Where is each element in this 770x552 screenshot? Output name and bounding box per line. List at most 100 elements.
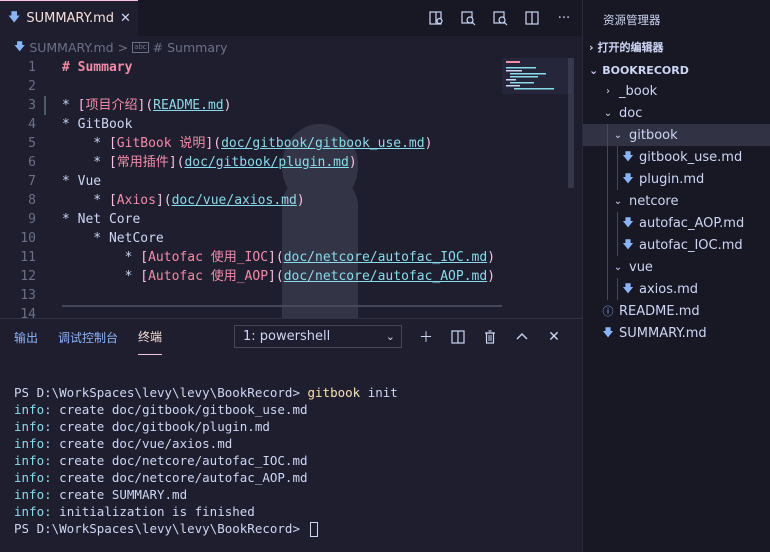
editor-area: 🡇 SUMMARY.md ✕ ··· 🡇 SUMMARY.md > abc # … <box>0 0 582 552</box>
vertical-scrollbar[interactable] <box>568 58 574 188</box>
terminal-token: info: <box>14 487 52 502</box>
bottom-panel: 输出 调试控制台 终端 1: powershell ⌄ ＋ ✕ PS D:\Wo… <box>0 318 582 552</box>
tree-item[interactable]: 🡇 autofac_AOP.md <box>583 212 770 234</box>
panel-actions: ＋ ✕ <box>418 325 562 348</box>
open-editors-section[interactable]: › 打开的编辑器 <box>589 36 664 58</box>
compare-icon[interactable] <box>492 10 508 26</box>
code-token: [ <box>108 136 117 151</box>
split-terminal-icon[interactable] <box>450 329 466 345</box>
tree-item[interactable]: ⌄ netcore <box>583 190 770 212</box>
code-line: * [Autofac 使用_IOC](doc/netcore/autofac_I… <box>62 248 495 267</box>
breadcrumb-file[interactable]: SUMMARY.md <box>29 40 113 55</box>
terminal-token: init <box>360 385 398 400</box>
horizontal-scrollbar[interactable] <box>62 305 502 307</box>
code-token: * <box>62 98 78 113</box>
chevron-right-icon: › <box>606 85 610 97</box>
line-number: 3 <box>28 98 36 113</box>
code-token: ) <box>348 155 357 170</box>
terminal-select[interactable]: 1: powershell ⌄ <box>234 325 402 348</box>
code-token[interactable]: doc/netcore/autofac_AOP.md <box>284 269 488 284</box>
line-number: 12 <box>20 269 36 284</box>
tree-item[interactable]: 🡇 autofac_IOC.md <box>583 234 770 256</box>
line-number: 7 <box>28 174 36 189</box>
code-editor[interactable]: 1 2 3 4 5 6 7 8 9 10 11 12 13 14 # Summary * [项目介绍](RE… <box>0 58 582 318</box>
markdown-icon: 🡇 <box>622 215 634 229</box>
line-number-gutter: 1 2 3 4 5 6 7 8 9 10 11 12 13 14 <box>0 58 44 318</box>
code-token[interactable]: README.md <box>153 98 223 113</box>
more-actions-icon[interactable]: ··· <box>556 10 572 26</box>
tree-item[interactable]: 🡇 SUMMARY.md <box>583 322 770 344</box>
tree-item[interactable]: ⌄ vue <box>583 256 770 278</box>
terminal-cursor <box>309 522 318 537</box>
markdown-icon: 🡇 <box>622 237 634 251</box>
indent-guide <box>607 168 608 190</box>
tree-item[interactable]: ⓘ README.md <box>583 300 770 322</box>
tab-summary[interactable]: 🡇 SUMMARY.md ✕ <box>0 0 138 36</box>
code-token: * NetCore <box>62 231 164 246</box>
tree-item-label: gitbook_use.md <box>639 149 743 165</box>
tree-item-label: _book <box>619 83 658 99</box>
trash-icon[interactable] <box>482 329 498 345</box>
chevron-down-icon: ⌄ <box>613 195 623 207</box>
markdown-icon: 🡇 <box>14 39 26 53</box>
tree-item-label: netcore <box>629 193 679 209</box>
terminal-output[interactable]: PS D:\WorkSpaces\levy\levy\BookRecord> g… <box>14 367 398 537</box>
line-number: 8 <box>28 193 36 208</box>
code-token: [ <box>108 193 117 208</box>
bookrecord-section[interactable]: ⌄ BOOKRECORD <box>589 59 689 81</box>
tree-item[interactable]: 🡇 axios.md <box>583 278 770 300</box>
terminal-select-value: 1: powershell <box>243 329 331 344</box>
code-token: * Vue <box>62 174 102 189</box>
code-line: * [GitBook 说明](doc/gitbook/gitbook_use.m… <box>62 134 495 153</box>
tree-item[interactable]: 🡇 plugin.md <box>583 168 770 190</box>
open-editors-label: 打开的编辑器 <box>597 41 664 54</box>
code-token: Autofac 使用_IOC <box>148 250 269 265</box>
split-editor-icon[interactable] <box>524 10 540 26</box>
terminal-token: info: <box>14 453 52 468</box>
terminal-token: create doc/vue/axios.md <box>51 436 233 451</box>
line-number: 2 <box>28 79 36 94</box>
code-line: * [常用插件](doc/gitbook/plugin.md) <box>62 153 495 172</box>
editor-actions: ··· <box>428 0 572 36</box>
tree-item-label: plugin.md <box>639 171 705 187</box>
tree-item-label: autofac_IOC.md <box>639 237 743 253</box>
code-token: ) <box>487 269 496 284</box>
tab-output[interactable]: 输出 <box>14 319 38 355</box>
add-terminal-icon[interactable]: ＋ <box>418 329 434 346</box>
code-token[interactable]: doc/netcore/autofac_IOC.md <box>284 250 488 265</box>
terminal-line: info: create SUMMARY.md <box>14 486 398 503</box>
code-token: * <box>62 193 109 208</box>
minimap[interactable] <box>502 58 572 94</box>
open-preview-icon[interactable] <box>428 10 444 26</box>
code-token: * <box>62 155 109 170</box>
tree-item-label: gitbook <box>629 127 678 143</box>
indent-guide <box>607 190 608 212</box>
breadcrumb-symbol[interactable]: # Summary <box>153 40 228 55</box>
code-token[interactable]: doc/gitbook/gitbook_use.md <box>221 136 425 151</box>
close-icon[interactable]: ✕ <box>120 11 131 26</box>
code-token[interactable]: doc/vue/axios.md <box>172 193 297 208</box>
maximize-panel-icon[interactable] <box>514 329 530 345</box>
code-token: * Net Core <box>62 212 141 227</box>
indent-guide <box>607 278 608 300</box>
code-token: # Summary <box>62 60 133 75</box>
tab-debug-console[interactable]: 调试控制台 <box>58 319 118 355</box>
terminal-line: info: initialization is finished <box>14 503 398 520</box>
code-token: Autofac 使用_AOP <box>148 269 269 284</box>
open-changes-icon[interactable] <box>460 10 476 26</box>
line-number: 14 <box>20 307 36 318</box>
tree-item[interactable]: › _book <box>583 80 770 102</box>
chevron-right-icon: › <box>589 40 594 54</box>
tree-item[interactable]: ⌄ doc <box>583 102 770 124</box>
terminal-token: PS D:\WorkSpaces\levy\levy\BookRecord> <box>14 521 308 536</box>
code-token: ]( <box>137 98 154 113</box>
close-panel-icon[interactable]: ✕ <box>546 329 562 345</box>
terminal-line: info: create doc/vue/axios.md <box>14 435 398 452</box>
tree-item-label: SUMMARY.md <box>619 325 707 341</box>
code-token[interactable]: doc/gitbook/plugin.md <box>184 155 348 170</box>
indent-guide <box>607 146 608 168</box>
tab-terminal[interactable]: 终端 <box>138 319 163 355</box>
tree-item[interactable]: 🡇 gitbook_use.md <box>583 146 770 168</box>
tree-item[interactable]: ⌄ gitbook <box>583 124 770 146</box>
